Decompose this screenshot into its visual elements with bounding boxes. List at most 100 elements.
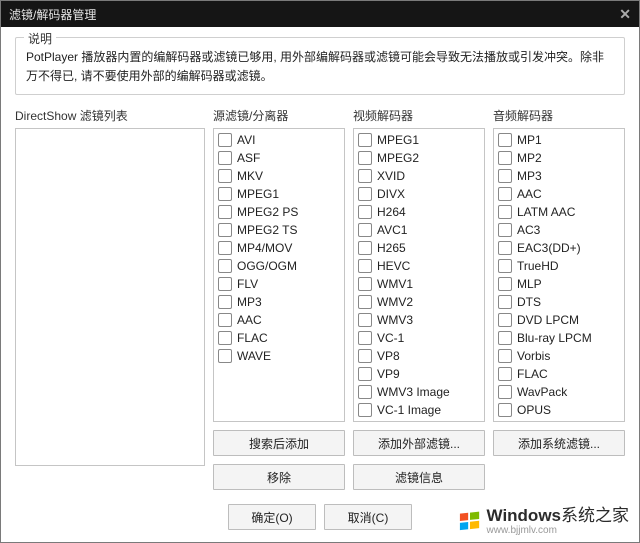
audio-item[interactable]: FLAC [498,365,620,383]
source-item[interactable]: FLAC [218,329,340,347]
source-item[interactable]: AVI [218,131,340,149]
source-item[interactable]: OGG/OGM [218,257,340,275]
checkbox-icon[interactable] [218,187,232,201]
video-item[interactable]: H265 [358,239,480,257]
audio-item[interactable]: AC3 [498,221,620,239]
checkbox-icon[interactable] [358,313,372,327]
add-external-button[interactable]: 添加外部滤镜... [353,430,485,456]
checkbox-icon[interactable] [498,385,512,399]
checkbox-icon[interactable] [498,223,512,237]
source-item[interactable]: FLV [218,275,340,293]
audio-item[interactable]: MP2 [498,149,620,167]
checkbox-icon[interactable] [498,313,512,327]
video-item[interactable]: WMV1 [358,275,480,293]
checkbox-icon[interactable] [498,277,512,291]
checkbox-icon[interactable] [218,169,232,183]
checkbox-icon[interactable] [498,367,512,381]
checkbox-icon[interactable] [218,277,232,291]
checkbox-icon[interactable] [498,349,512,363]
directshow-listbox[interactable] [15,128,205,466]
search-add-button[interactable]: 搜索后添加 [213,430,345,456]
checkbox-icon[interactable] [498,259,512,273]
checkbox-icon[interactable] [358,151,372,165]
checkbox-icon[interactable] [358,385,372,399]
checkbox-icon[interactable] [358,205,372,219]
checkbox-icon[interactable] [218,331,232,345]
checkbox-icon[interactable] [218,151,232,165]
checkbox-icon[interactable] [358,259,372,273]
audio-item[interactable]: LATM AAC [498,203,620,221]
video-item[interactable]: AVC1 [358,221,480,239]
video-item[interactable]: XVID [358,167,480,185]
checkbox-icon[interactable] [218,241,232,255]
audio-listbox[interactable]: MP1MP2MP3AACLATM AACAC3EAC3(DD+)TrueHDML… [493,128,625,422]
checkbox-icon[interactable] [358,277,372,291]
source-item[interactable]: MKV [218,167,340,185]
audio-item[interactable]: DVD LPCM [498,311,620,329]
source-item[interactable]: WAVE [218,347,340,365]
checkbox-icon[interactable] [358,349,372,363]
checkbox-icon[interactable] [358,187,372,201]
source-item[interactable]: MPEG2 PS [218,203,340,221]
checkbox-icon[interactable] [498,205,512,219]
source-listbox[interactable]: AVIASFMKVMPEG1MPEG2 PSMPEG2 TSMP4/MOVOGG… [213,128,345,422]
checkbox-icon[interactable] [358,241,372,255]
source-item[interactable]: MP4/MOV [218,239,340,257]
audio-item[interactable]: EAC3(DD+) [498,239,620,257]
audio-item[interactable]: DTS [498,293,620,311]
checkbox-icon[interactable] [358,223,372,237]
video-item[interactable]: DIVX [358,185,480,203]
video-item[interactable]: MPEG2 [358,149,480,167]
checkbox-icon[interactable] [498,241,512,255]
checkbox-icon[interactable] [218,313,232,327]
checkbox-icon[interactable] [498,331,512,345]
video-item[interactable]: WMV2 [358,293,480,311]
checkbox-icon[interactable] [498,403,512,417]
audio-item[interactable]: AAC [498,185,620,203]
checkbox-icon[interactable] [498,169,512,183]
checkbox-icon[interactable] [498,295,512,309]
checkbox-icon[interactable] [218,349,232,363]
source-item[interactable]: MP3 [218,293,340,311]
video-item[interactable]: WMV3 Image [358,383,480,401]
video-listbox[interactable]: MPEG1MPEG2XVIDDIVXH264AVC1H265HEVCWMV1WM… [353,128,485,422]
checkbox-icon[interactable] [218,133,232,147]
audio-item[interactable]: MP3 [498,167,620,185]
video-item[interactable]: HEVC [358,257,480,275]
video-item[interactable]: VC-1 Image [358,401,480,419]
checkbox-icon[interactable] [218,259,232,273]
source-item[interactable]: AAC [218,311,340,329]
video-item[interactable]: MPEG1 [358,131,480,149]
audio-item[interactable]: MLP [498,275,620,293]
checkbox-icon[interactable] [358,331,372,345]
source-item[interactable]: ASF [218,149,340,167]
audio-item[interactable]: MP1 [498,131,620,149]
checkbox-icon[interactable] [358,367,372,381]
video-item[interactable]: VP8 [358,347,480,365]
audio-item[interactable]: TrueHD [498,257,620,275]
checkbox-icon[interactable] [498,151,512,165]
video-item[interactable]: WMV3 [358,311,480,329]
audio-item[interactable]: Blu-ray LPCM [498,329,620,347]
checkbox-icon[interactable] [498,133,512,147]
checkbox-icon[interactable] [218,205,232,219]
filter-info-button[interactable]: 滤镜信息 [353,464,485,490]
checkbox-icon[interactable] [358,169,372,183]
checkbox-icon[interactable] [358,403,372,417]
checkbox-icon[interactable] [218,295,232,309]
audio-item[interactable]: Vorbis [498,347,620,365]
remove-button[interactable]: 移除 [213,464,345,490]
add-system-button[interactable]: 添加系统滤镜... [493,430,625,456]
checkbox-icon[interactable] [218,223,232,237]
cancel-button[interactable]: 取消(C) [324,504,412,530]
checkbox-icon[interactable] [358,133,372,147]
checkbox-icon[interactable] [358,295,372,309]
video-item[interactable]: H264 [358,203,480,221]
source-item[interactable]: MPEG2 TS [218,221,340,239]
audio-item[interactable]: OPUS [498,401,620,419]
audio-item[interactable]: WavPack [498,383,620,401]
source-item[interactable]: MPEG1 [218,185,340,203]
ok-button[interactable]: 确定(O) [228,504,316,530]
video-item[interactable]: VP9 [358,365,480,383]
checkbox-icon[interactable] [498,187,512,201]
